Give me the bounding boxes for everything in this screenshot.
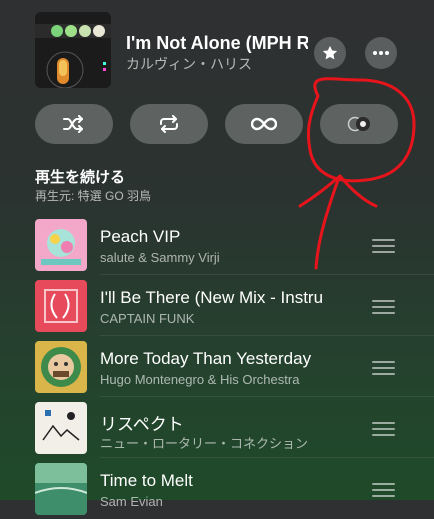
reorder-handle-icon[interactable] — [372, 300, 395, 314]
repeat-icon — [160, 115, 178, 133]
track-title: Peach VIP — [100, 227, 181, 246]
favorite-button[interactable] — [314, 37, 346, 69]
now-playing-header: I'm Not Alone (MPH R カルヴィン・ハリス — [0, 0, 434, 90]
queue-row[interactable]: More Today Than Yesterday Hugo Montenegr… — [0, 337, 434, 397]
reorder-handle-icon[interactable] — [372, 239, 395, 253]
track-artist: Hugo Montenegro & His Orchestra — [100, 372, 300, 387]
queue-row[interactable]: I'll Be There (New Mix - Instru CAPTAIN … — [0, 276, 434, 336]
reorder-handle-icon[interactable] — [372, 422, 395, 436]
shuffle-icon — [63, 115, 83, 133]
queue-row[interactable]: リスペクト ニュー・ロータリー・コネクション — [0, 398, 434, 458]
track-artist: salute & Sammy Virji — [100, 250, 220, 265]
track-artwork — [35, 280, 87, 332]
track-artwork — [35, 341, 87, 393]
infinity-icon — [251, 117, 277, 131]
track-artwork — [35, 219, 87, 271]
reorder-handle-icon[interactable] — [372, 361, 395, 375]
queue-row[interactable]: Time to Melt Sam Evian — [0, 459, 434, 519]
track-artwork — [35, 402, 87, 454]
star-icon — [322, 45, 338, 60]
now-playing-artist[interactable]: カルヴィン・ハリス — [126, 54, 308, 74]
queue-row[interactable]: Peach VIP salute & Sammy Virji — [0, 215, 434, 275]
autoplay-icon — [347, 116, 370, 132]
track-artist: Sam Evian — [100, 494, 163, 509]
row-divider — [100, 457, 434, 458]
shuffle-button[interactable] — [35, 104, 113, 144]
ellipsis-icon — [373, 51, 389, 55]
now-playing-artwork[interactable] — [35, 12, 111, 88]
track-artwork — [35, 463, 87, 515]
more-button[interactable] — [365, 37, 397, 69]
row-divider — [100, 274, 434, 275]
infinity-button[interactable] — [225, 104, 303, 144]
track-artist: ニュー・ロータリー・コネクション — [100, 436, 309, 451]
track-title: リスペクト — [100, 415, 184, 434]
track-title: I'll Be There (New Mix - Instru — [100, 288, 324, 307]
row-divider — [100, 396, 434, 397]
row-divider — [100, 335, 434, 336]
repeat-button[interactable] — [130, 104, 208, 144]
autoplay-button[interactable] — [320, 104, 398, 144]
track-artist: CAPTAIN FUNK — [100, 311, 195, 326]
now-playing-title: I'm Not Alone (MPH R — [126, 33, 308, 53]
section-title: 再生を続ける — [35, 169, 126, 186]
track-title: Time to Melt — [100, 471, 193, 490]
track-title: More Today Than Yesterday — [100, 349, 312, 368]
section-subtitle: 再生元: 特選 GO 羽鳥 — [35, 189, 152, 203]
reorder-handle-icon[interactable] — [372, 483, 395, 497]
